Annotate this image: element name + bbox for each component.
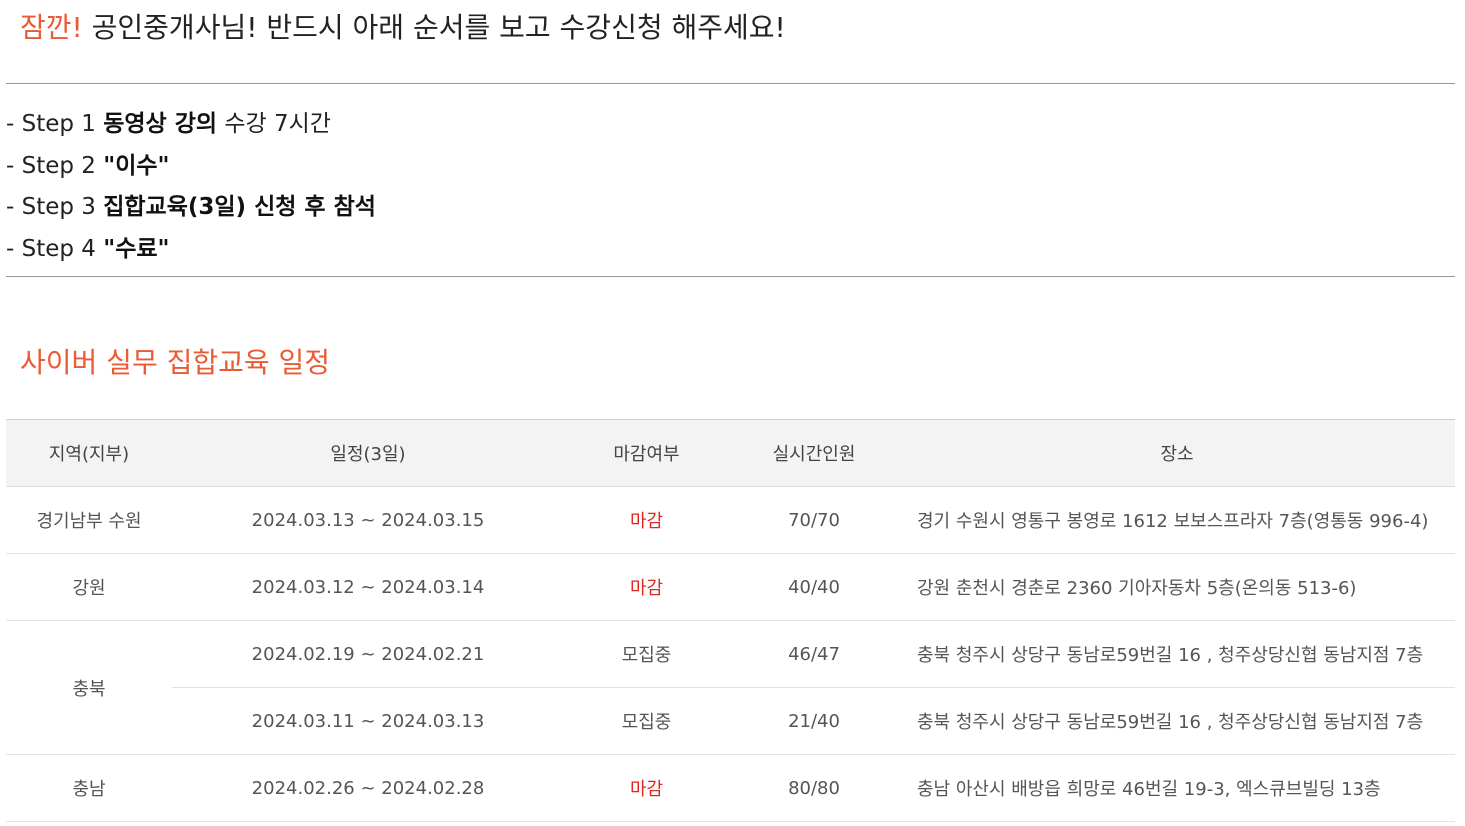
notice-message: 공인중개사님! 반드시 아래 순서를 보고 수강신청 해주세요! bbox=[91, 11, 786, 44]
header-region: 지역(지부) bbox=[6, 419, 172, 487]
schedule-table: 지역(지부) 일정(3일) 마감여부 실시간인원 장소 경기남부 수원 2024… bbox=[6, 419, 1455, 822]
header-seats: 실시간인원 bbox=[729, 419, 899, 487]
seats-cell: 46/47 bbox=[729, 620, 899, 688]
place-cell: 경기 수원시 영통구 봉영로 1612 보보스프라자 7층(영통동 996-4) bbox=[899, 486, 1455, 554]
place-cell: 충북 청주시 상당구 동남로59번길 16 , 청주상당신협 동남지점 7층 bbox=[899, 687, 1455, 755]
status-cell: 마감 bbox=[564, 486, 729, 554]
dates-cell: 2024.03.11 ~ 2024.03.13 bbox=[172, 687, 564, 755]
region-cell: 충북 bbox=[6, 620, 172, 755]
header-place: 장소 bbox=[899, 419, 1455, 487]
seats-cell: 70/70 bbox=[729, 486, 899, 554]
step-3: - Step 3 집합교육(3일) 신청 후 참석 bbox=[6, 187, 376, 229]
seats-cell: 80/80 bbox=[729, 754, 899, 822]
seats-cell: 40/40 bbox=[729, 553, 899, 621]
step-1: - Step 1 동영상 강의 수강 7시간 bbox=[6, 104, 376, 146]
table-row: 경기남부 수원 2024.03.13 ~ 2024.03.15 마감 70/70… bbox=[6, 486, 1455, 554]
table-row: 충남 2024.02.26 ~ 2024.02.28 마감 80/80 충남 아… bbox=[6, 754, 1455, 822]
status-cell: 모집중 bbox=[564, 687, 729, 755]
dates-cell: 2024.03.12 ~ 2024.03.14 bbox=[172, 553, 564, 621]
step-2: - Step 2 "이수" bbox=[6, 146, 376, 188]
region-cell: 충남 bbox=[6, 754, 172, 822]
section-title: 사이버 실무 집합교육 일정 bbox=[20, 346, 331, 379]
place-cell: 충남 아산시 배방읍 희망로 46번길 19-3, 엑스큐브빌딩 13층 bbox=[899, 754, 1455, 822]
steps-list: - Step 1 동영상 강의 수강 7시간 - Step 2 "이수" - S… bbox=[6, 104, 376, 270]
notice-banner: 잠깐! 공인중개사님! 반드시 아래 순서를 보고 수강신청 해주세요! bbox=[20, 8, 786, 48]
dates-cell: 2024.02.19 ~ 2024.02.21 bbox=[172, 620, 564, 688]
dates-cell: 2024.02.26 ~ 2024.02.28 bbox=[172, 754, 564, 822]
step-3-prefix: - Step 3 bbox=[6, 194, 104, 220]
place-cell: 충북 청주시 상당구 동남로59번길 16 , 청주상당신협 동남지점 7층 bbox=[899, 620, 1455, 688]
region-cell: 경기남부 수원 bbox=[6, 486, 172, 554]
header-schedule: 일정(3일) bbox=[172, 419, 564, 487]
step-4-bold: "수료" bbox=[103, 235, 170, 262]
region-cell: 강원 bbox=[6, 553, 172, 621]
notice-accent: 잠깐! bbox=[20, 11, 83, 44]
table-row: 충북 2024.02.19 ~ 2024.02.21 모집중 46/47 충북 … bbox=[6, 620, 1455, 755]
table-header-row: 지역(지부) 일정(3일) 마감여부 실시간인원 장소 bbox=[6, 419, 1455, 487]
step-4-prefix: - Step 4 bbox=[6, 235, 104, 262]
header-status: 마감여부 bbox=[564, 419, 729, 487]
seats-cell: 21/40 bbox=[729, 687, 899, 755]
step-3-bold: 집합교육(3일) 신청 후 참석 bbox=[103, 194, 376, 220]
step-2-bold: "이수" bbox=[103, 152, 170, 179]
status-cell: 마감 bbox=[564, 553, 729, 621]
place-cell: 강원 춘천시 경춘로 2360 기아자동차 5층(온의동 513-6) bbox=[899, 553, 1455, 621]
step-4: - Step 4 "수료" bbox=[6, 229, 376, 271]
dates-cell: 2024.03.13 ~ 2024.03.15 bbox=[172, 486, 564, 554]
divider-top bbox=[6, 83, 1455, 84]
step-1-suffix: 수강 7시간 bbox=[217, 111, 331, 137]
step-1-prefix: - Step 1 bbox=[6, 111, 104, 137]
status-cell: 모집중 bbox=[564, 620, 729, 688]
divider-bottom bbox=[6, 276, 1455, 277]
step-1-bold: 동영상 강의 bbox=[103, 111, 218, 137]
table-row: 2024.03.11 ~ 2024.03.13 모집중 21/40 충북 청주시… bbox=[6, 687, 1455, 755]
step-2-prefix: - Step 2 bbox=[6, 152, 104, 179]
status-cell: 마감 bbox=[564, 754, 729, 822]
table-row: 강원 2024.03.12 ~ 2024.03.14 마감 40/40 강원 춘… bbox=[6, 553, 1455, 621]
